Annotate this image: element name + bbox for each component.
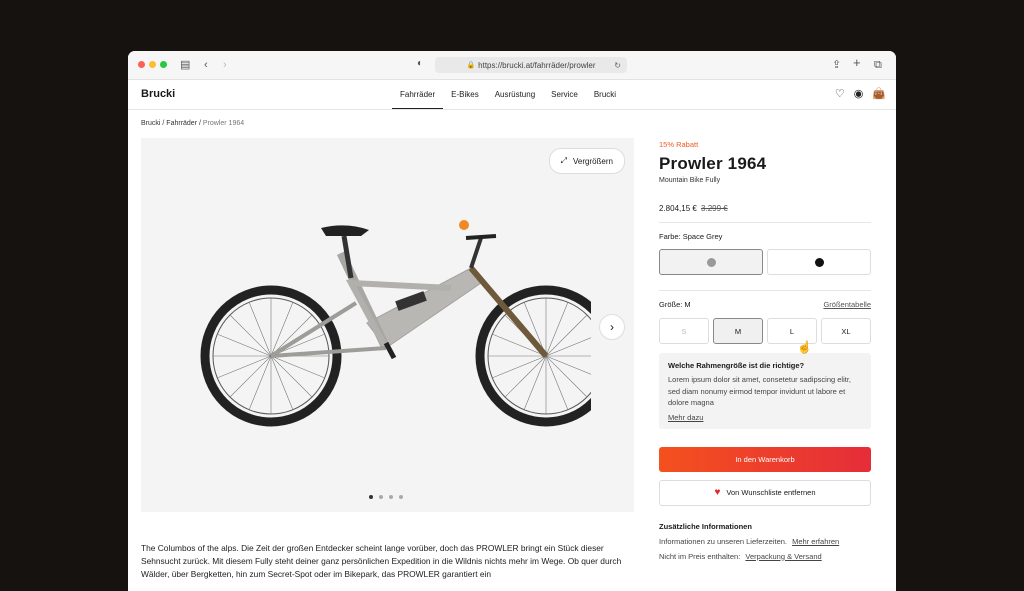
shipping-link[interactable]: Verpackung & Versand xyxy=(745,552,821,561)
color-option-black[interactable] xyxy=(767,249,871,275)
size-option-s[interactable]: S xyxy=(659,318,709,344)
divider xyxy=(659,222,871,223)
size-info-link[interactable]: Mehr dazu xyxy=(668,413,862,422)
site-logo[interactable]: Brucki xyxy=(141,88,175,100)
gallery-pagination xyxy=(369,495,403,499)
delivery-link[interactable]: Mehr erfahren xyxy=(792,537,839,546)
breadcrumb-current: Prowler 1964 xyxy=(202,120,245,127)
included-text: Nicht im Preis enthalten: xyxy=(659,551,741,561)
breadcrumb-link-home[interactable]: Brucki xyxy=(141,120,160,127)
maximize-window-button[interactable] xyxy=(160,61,167,68)
shopping-bag-icon[interactable]: 👜 xyxy=(872,88,886,100)
browser-titlebar: ▤ ‹ › ◐ 🔒 https://brucki.at/fahrräder/pr… xyxy=(128,51,896,80)
product-gallery[interactable]: ⤢ Vergrößern › xyxy=(141,138,634,512)
size-info-heading: Welche Rahmengröße ist die richtige? xyxy=(668,361,805,370)
delivery-text: Informationen zu unseren Lieferzeiten. xyxy=(659,536,787,546)
sidebar-icon[interactable]: ▤ xyxy=(180,58,190,72)
heart-filled-icon: ♥ xyxy=(714,487,721,498)
gallery-next-button[interactable]: › xyxy=(599,314,625,340)
discount-badge: 15% Rabatt xyxy=(659,140,699,149)
gallery-dot[interactable] xyxy=(369,495,373,499)
share-icon[interactable]: ⇪ xyxy=(832,58,841,72)
wishlist-heart-icon[interactable]: ♡ xyxy=(835,88,845,100)
breadcrumb-link-fahrraeder[interactable]: Fahrräder xyxy=(166,120,197,127)
tabs-overview-icon[interactable]: ⧉ xyxy=(874,58,882,72)
included-info: Nicht im Preis enthalten: Verpackung & V… xyxy=(659,552,871,561)
gallery-dot[interactable] xyxy=(389,495,393,499)
address-bar[interactable]: 🔒 https://brucki.at/fahrräder/prowler ↻ xyxy=(435,57,627,73)
forward-icon[interactable]: › xyxy=(223,58,227,72)
nav-item-service[interactable]: Service xyxy=(543,80,586,109)
divider xyxy=(659,290,871,291)
product-panel: 15% Rabatt Prowler 1964 Mountain Bike Fu… xyxy=(659,138,871,561)
size-chart-link[interactable]: Größentabelle xyxy=(823,300,871,309)
browser-window: ▤ ‹ › ◐ 🔒 https://brucki.at/fahrräder/pr… xyxy=(128,51,896,591)
size-option-m[interactable]: M xyxy=(713,318,763,344)
hand-pointer-icon: ☝ xyxy=(797,340,812,354)
size-options: S M L XL xyxy=(659,318,871,344)
color-swatch xyxy=(706,257,716,267)
main-nav: Fahrräder E-Bikes Ausrüstung Service Bru… xyxy=(392,80,624,109)
lock-icon: 🔒 xyxy=(466,62,476,69)
minimize-window-button[interactable] xyxy=(149,61,156,68)
nav-item-brucki[interactable]: Brucki xyxy=(586,80,624,109)
gallery-dot[interactable] xyxy=(379,495,383,499)
color-swatch xyxy=(814,257,824,267)
new-tab-icon[interactable]: + xyxy=(853,56,861,70)
account-icon[interactable]: ◉ xyxy=(854,88,864,100)
nav-item-ebikes[interactable]: E-Bikes xyxy=(443,80,487,109)
header-icons: ♡ ◉ 👜 xyxy=(835,88,886,100)
color-label: Farbe: Space Grey xyxy=(659,232,723,241)
size-info-text: Lorem ipsum dolor sit amet, consetetur s… xyxy=(668,375,851,407)
url-text: https://brucki.at/fahrräder/prowler xyxy=(478,60,596,70)
price: 2.804,15 € 3.299 € xyxy=(659,204,871,213)
privacy-shield-icon[interactable]: ◐ xyxy=(417,58,423,69)
product-subtitle: Mountain Bike Fully xyxy=(659,177,721,184)
size-header: Größe: M Größentabelle xyxy=(659,300,871,309)
color-option-space-grey[interactable] xyxy=(659,249,763,275)
chevron-right-icon: › xyxy=(610,320,614,334)
reload-icon[interactable]: ↻ xyxy=(614,61,621,70)
nav-item-ausruestung[interactable]: Ausrüstung xyxy=(487,80,543,109)
gallery-dot[interactable] xyxy=(399,495,403,499)
expand-icon: ⤢ xyxy=(560,156,567,165)
size-option-xl[interactable]: XL xyxy=(821,318,871,344)
old-price: 3.299 € xyxy=(701,204,728,213)
site-header: Brucki Fahrräder E-Bikes Ausrüstung Serv… xyxy=(128,80,896,110)
current-price: 2.804,15 € xyxy=(659,204,697,213)
additional-info-heading: Zusätzliche Informationen xyxy=(659,521,752,531)
remove-from-wishlist-button[interactable]: ♥ Von Wunschliste entfernen xyxy=(659,479,871,506)
close-window-button[interactable] xyxy=(138,61,145,68)
product-description: The Columbos of the alps. Die Zeit der g… xyxy=(141,543,622,579)
product-title: Prowler 1964 xyxy=(659,154,767,173)
back-icon[interactable]: ‹ xyxy=(204,58,208,72)
bike-image xyxy=(200,220,591,427)
wishlist-button-label: Von Wunschliste entfernen xyxy=(726,488,816,497)
zoom-button-label: Vergrößern xyxy=(572,156,613,166)
breadcrumb: Brucki / Fahrräder / Prowler 1964 xyxy=(141,120,245,127)
delivery-info: Informationen zu unseren Lieferzeiten. M… xyxy=(659,537,871,546)
size-info-box: Welche Rahmengröße ist die richtige? Lor… xyxy=(659,353,871,429)
add-to-cart-button[interactable]: In den Warenkorb xyxy=(659,446,871,472)
color-options xyxy=(659,249,871,275)
zoom-button[interactable]: ⤢ Vergrößern xyxy=(548,148,625,174)
nav-item-fahrraeder[interactable]: Fahrräder xyxy=(392,80,444,109)
size-label: Größe: M xyxy=(659,300,691,309)
